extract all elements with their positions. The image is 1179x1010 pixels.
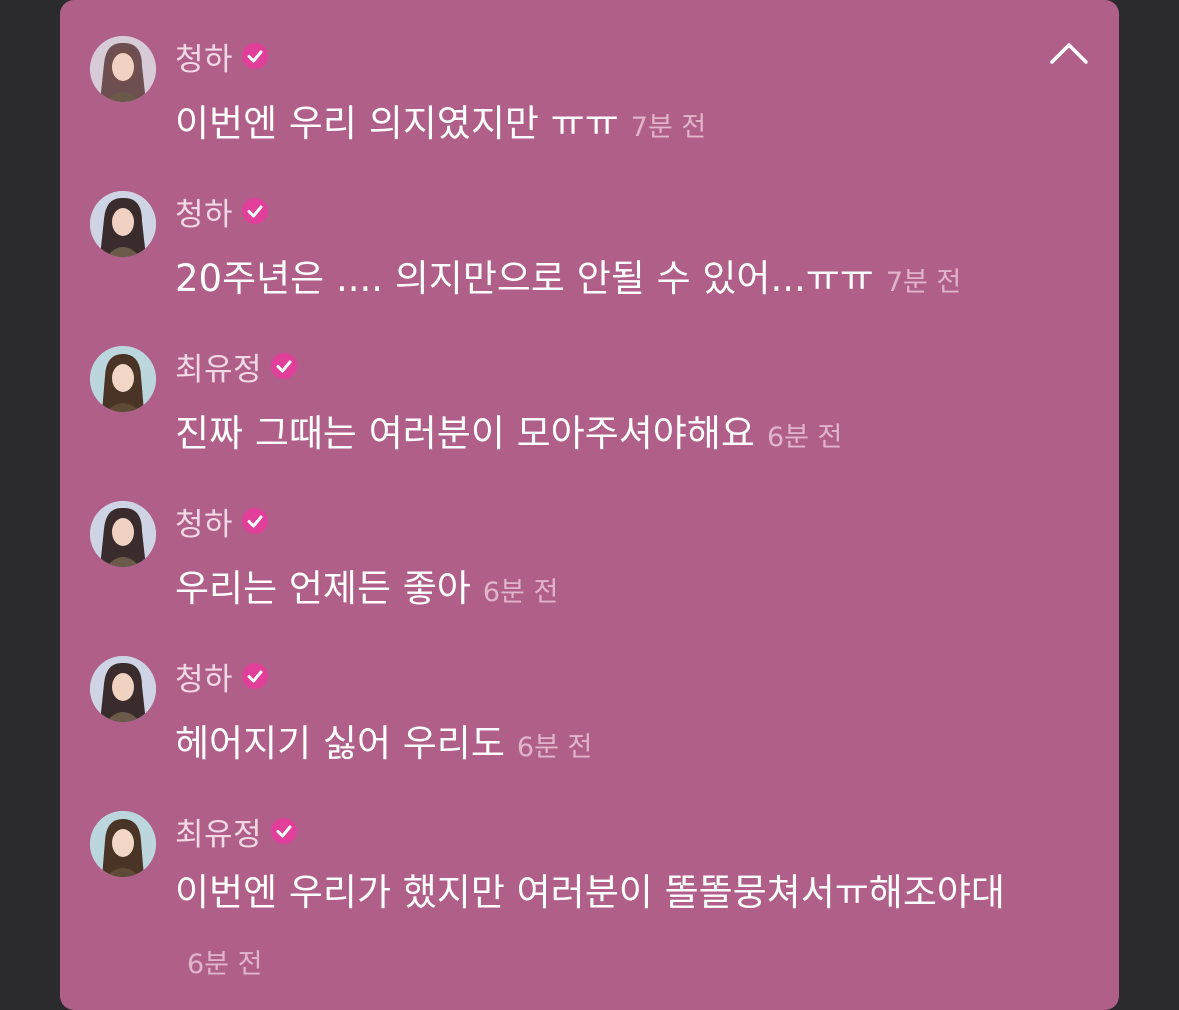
message-time: 6분 전 bbox=[482, 577, 559, 608]
message-text: 20주년은 .... 의지만으로 안될 수 있어...ㅠㅠ bbox=[175, 257, 874, 300]
author-name: 청하 bbox=[175, 196, 234, 233]
chevron-up-icon bbox=[1050, 43, 1088, 64]
message-body: 우리는 언제든 좋아 6분 전 bbox=[175, 561, 1075, 621]
message-time: 7분 전 bbox=[885, 267, 962, 298]
avatar-chungha[interactable] bbox=[90, 191, 156, 257]
avatar-choi-yoojung[interactable] bbox=[90, 811, 156, 877]
message-text: 이번엔 우리가 했지만 여러분이 똘똘뭉쳐서ㅠ해조야대 bbox=[175, 871, 1005, 914]
author-name: 최유정 bbox=[175, 816, 263, 853]
avatar-choi-yoojung[interactable] bbox=[90, 346, 156, 412]
chat-panel: 청하 이번엔 우리 의지였지만 ㅠㅠ 7분 전 청하 20주년은 .... 의지… bbox=[60, 0, 1119, 1010]
collapse-button[interactable] bbox=[1049, 38, 1089, 68]
message-text: 이번엔 우리 의지였지만 ㅠㅠ bbox=[175, 102, 619, 145]
avatar-chungha[interactable] bbox=[90, 501, 156, 567]
message-time: 6분 전 bbox=[187, 949, 263, 980]
message-time: 6분 전 bbox=[766, 422, 843, 453]
message-text: 우리는 언제든 좋아 bbox=[175, 567, 471, 610]
message-text: 헤어지기 싫어 우리도 bbox=[175, 722, 505, 765]
message-body: 진짜 그때는 여러분이 모아주셔야해요 6분 전 bbox=[175, 406, 1075, 466]
message-body: 이번엔 우리가 했지만 여러분이 똘똘뭉쳐서ㅠ해조야대 6분 전 bbox=[175, 859, 1035, 999]
verified-badge-icon bbox=[242, 43, 269, 69]
author-name: 최유정 bbox=[175, 351, 263, 388]
verified-badge-icon bbox=[271, 818, 298, 844]
verified-badge-icon bbox=[242, 198, 269, 224]
avatar-chungha[interactable] bbox=[90, 656, 156, 722]
message-body: 헤어지기 싫어 우리도 6분 전 bbox=[175, 716, 1075, 776]
author-name: 청하 bbox=[175, 41, 234, 78]
message-time: 7분 전 bbox=[630, 112, 707, 143]
message-body: 20주년은 .... 의지만으로 안될 수 있어...ㅠㅠ 7분 전 bbox=[175, 251, 1075, 311]
message-time: 6분 전 bbox=[516, 732, 593, 763]
avatar-chungha[interactable] bbox=[90, 36, 156, 102]
message-text: 진짜 그때는 여러분이 모아주셔야해요 bbox=[175, 412, 755, 455]
message-body: 이번엔 우리 의지였지만 ㅠㅠ 7분 전 bbox=[175, 96, 1075, 156]
author-name: 청하 bbox=[175, 661, 234, 698]
verified-badge-icon bbox=[242, 508, 269, 534]
verified-badge-icon bbox=[242, 663, 269, 689]
author-name: 청하 bbox=[175, 506, 234, 543]
verified-badge-icon bbox=[271, 353, 298, 379]
